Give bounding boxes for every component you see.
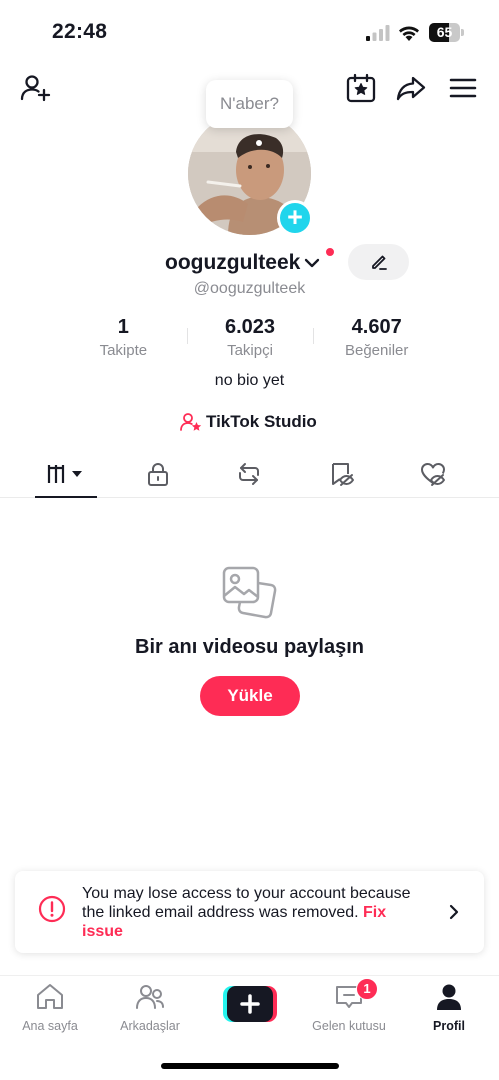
warning-message: You may lose access to your account beca… <box>82 884 412 941</box>
stat-following[interactable]: 1 Takipte <box>60 316 187 366</box>
battery-icon: 65 <box>429 23 464 42</box>
videos-grid-icon <box>47 465 82 483</box>
stat-likes[interactable]: 4.607 Beğeniler <box>313 316 440 366</box>
nav-label: Profil <box>433 1019 465 1033</box>
profile-icon <box>437 984 461 1010</box>
add-friend-icon[interactable] <box>19 72 51 104</box>
notification-dot <box>325 247 335 257</box>
tab-private[interactable] <box>113 450 203 498</box>
studio-label: TikTok Studio <box>206 412 317 431</box>
nav-profile[interactable]: Profil <box>404 982 494 1038</box>
friends-icon <box>136 985 164 1009</box>
nav-label: Gelen kutusu <box>312 1019 386 1033</box>
nav-inbox[interactable]: Gelen kutusu <box>304 982 394 1038</box>
home-indicator <box>161 1063 339 1069</box>
stat-label: Beğeniler <box>344 342 409 359</box>
tab-videos[interactable] <box>21 450 111 498</box>
stat-followers[interactable]: 6.023 Takipçi <box>186 316 314 366</box>
stat-value: 4.607 <box>351 316 402 338</box>
stat-value: 1 <box>117 316 129 338</box>
liked-hidden-icon <box>421 463 445 486</box>
stat-label: Takipçi <box>227 342 273 359</box>
tab-favorites-hidden[interactable] <box>296 450 386 498</box>
username-switcher[interactable]: ooguzgulteek <box>165 250 321 276</box>
create-plus-icon[interactable] <box>223 986 277 1022</box>
battery-percent: 65 <box>436 24 453 40</box>
edit-profile-button[interactable] <box>348 244 409 280</box>
account-warning-banner[interactable]: You may lose access to your account beca… <box>15 871 484 953</box>
upload-button[interactable]: Yükle <box>200 676 300 716</box>
hidden-likes-icon <box>332 463 354 486</box>
empty-state-title: Bir anı videosu paylaşın <box>135 636 364 658</box>
bio-text[interactable]: no bio yet <box>0 372 499 390</box>
stat-value: 6.023 <box>224 316 276 338</box>
studio-person-star-icon <box>180 413 202 431</box>
warning-icon <box>38 895 66 923</box>
home-icon <box>37 984 63 1009</box>
tab-reposts[interactable] <box>204 450 294 498</box>
photos-icon <box>222 566 277 619</box>
menu-icon[interactable] <box>447 72 479 104</box>
signal-icon <box>366 25 390 41</box>
status-time: 22:48 <box>52 20 108 43</box>
repost-icon <box>239 463 259 485</box>
lock-icon <box>148 463 168 486</box>
status-bar: 22:48 65 <box>0 0 499 64</box>
nav-label: Arkadaşlar <box>120 1019 180 1033</box>
stat-label: Takipte <box>99 342 148 359</box>
tab-liked-hidden[interactable] <box>388 450 478 498</box>
chevron-right-icon[interactable] <box>446 902 462 922</box>
nav-friends[interactable]: Arkadaşlar <box>105 982 195 1038</box>
content-tabs <box>0 450 499 498</box>
nav-label: Ana sayfa <box>22 1019 78 1033</box>
chevron-down-icon <box>305 258 320 268</box>
nav-home[interactable]: Ana sayfa <box>5 982 95 1038</box>
tiktok-studio-link[interactable]: TikTok Studio <box>180 410 317 434</box>
profile-stats: 1 Takipte 6.023 Takipçi 4.607 Beğeniler <box>60 316 440 366</box>
bubble-tail <box>256 140 262 146</box>
note-bubble[interactable]: N'aber? <box>206 80 293 128</box>
calendar-star-icon[interactable] <box>345 72 377 104</box>
username: ooguzgulteek <box>165 251 301 274</box>
pencil-icon <box>371 255 387 270</box>
add-story-button[interactable]: + <box>277 200 313 236</box>
wifi-icon <box>399 26 419 41</box>
user-handle: @ooguzgulteek <box>193 280 306 297</box>
inbox-badge: 1 <box>356 978 378 1000</box>
share-icon[interactable] <box>395 72 427 104</box>
warning-text: You may lose access to your account beca… <box>82 885 411 921</box>
active-tab-indicator <box>35 496 97 498</box>
